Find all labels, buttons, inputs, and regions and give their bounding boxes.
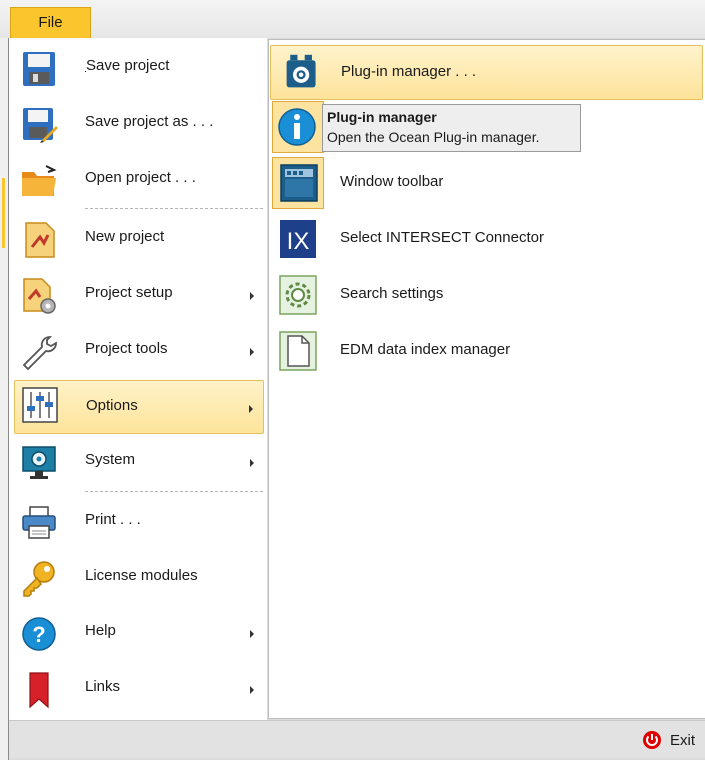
menu-item-print[interactable]: Print . . . (14, 497, 264, 547)
menu-item-help[interactable]: ? Help (14, 608, 264, 658)
key-icon (23, 561, 55, 597)
menu-item-project-setup[interactable]: Project setup (14, 270, 264, 320)
menu-item-label: Help (85, 622, 116, 639)
monitor-gear-icon (22, 446, 56, 479)
options-item-label: Select INTERSECT Connector (340, 229, 544, 246)
info-icon (278, 108, 316, 146)
menu-item-save-project-as[interactable]: Save project as . . . (14, 99, 264, 149)
submenu-arrow-icon (249, 405, 253, 413)
options-item-label: Search settings (340, 285, 444, 302)
menu-separator (85, 208, 263, 209)
help-icon: ? (22, 617, 56, 651)
menu-item-label: Project setup (85, 284, 173, 301)
menu-item-label: Links (85, 678, 121, 695)
options-item-label: Plug-in manager . . . (341, 63, 477, 80)
tooltip-description: Open the Ocean Plug-in manager. (327, 129, 540, 145)
file-tab[interactable]: File (10, 7, 91, 38)
menu-item-label: Save project as . . . (85, 113, 214, 130)
options-item-plugin-manager[interactable]: Plug-in manager . . . (270, 45, 703, 100)
bookmark-icon (29, 672, 49, 709)
intersect-icon: IX (280, 220, 316, 258)
new-project-icon (25, 222, 55, 258)
tooltip-title: Plug-in manager (327, 109, 437, 125)
menu-item-label: License modules (85, 567, 198, 584)
menu-item-save-project[interactable]: SSave project (14, 43, 264, 93)
menu-item-license-modules[interactable]: License modules (14, 553, 264, 603)
menu-item-open-project[interactable]: Open project . . . (14, 155, 264, 205)
menu-item-label: System (85, 451, 136, 468)
menu-separator (85, 491, 263, 492)
options-item-edm-data-index-manager[interactable]: EDM data index manager (270, 324, 703, 378)
menu-item-label: Save project (86, 57, 170, 74)
options-item-search-settings[interactable]: Search settings (270, 268, 703, 322)
wrench-icon (22, 336, 57, 371)
menu-item-label: Open project . . . (85, 169, 196, 186)
menu-item-label: Print . . . (85, 511, 141, 528)
ribbon-bar: File (0, 0, 705, 38)
left-edge (0, 38, 8, 760)
menu-item-links[interactable]: Links (14, 664, 264, 714)
save-icon (23, 52, 55, 86)
sliders-icon (22, 387, 58, 423)
exit-label: Exit (669, 731, 695, 749)
save-as-icon (23, 108, 58, 143)
menu-item-options[interactable]: Options (14, 380, 264, 434)
menu-item-new-project[interactable]: New project (14, 214, 264, 264)
svg-text:IX: IX (287, 228, 310, 255)
menu-item-label: Project tools (85, 340, 168, 357)
document-icon (279, 331, 317, 371)
backstage-footer: Exit (9, 720, 705, 758)
tooltip: Plug-in manager Open the Ocean Plug-in m… (322, 104, 581, 152)
search-settings-icon (279, 275, 317, 315)
options-item-intersect-connector[interactable]: IX Select INTERSECT Connector (270, 212, 703, 266)
menu-item-system[interactable]: System (14, 437, 264, 487)
printer-icon (22, 506, 56, 539)
submenu-arrow-icon (250, 348, 254, 356)
options-item-label: EDM data index manager (340, 341, 511, 358)
window-toolbar-icon (280, 164, 318, 202)
open-folder-icon (22, 165, 57, 196)
svg-text:?: ? (32, 622, 45, 647)
menu-item-project-tools[interactable]: Project tools (14, 326, 264, 376)
exit-button[interactable]: Exit (642, 729, 695, 751)
options-item-label: Window toolbar (340, 173, 444, 190)
options-item-window-toolbar[interactable]: Window toolbar (270, 156, 703, 210)
project-setup-icon (23, 278, 56, 314)
submenu-arrow-icon (250, 292, 254, 300)
submenu-arrow-icon (250, 459, 254, 467)
menu-item-label: New project (85, 228, 165, 245)
menu-item-label: Options (86, 397, 138, 414)
submenu-arrow-icon (250, 686, 254, 694)
submenu-arrow-icon (250, 630, 254, 638)
plugin-manager-icon (286, 54, 316, 88)
power-icon (642, 731, 661, 749)
